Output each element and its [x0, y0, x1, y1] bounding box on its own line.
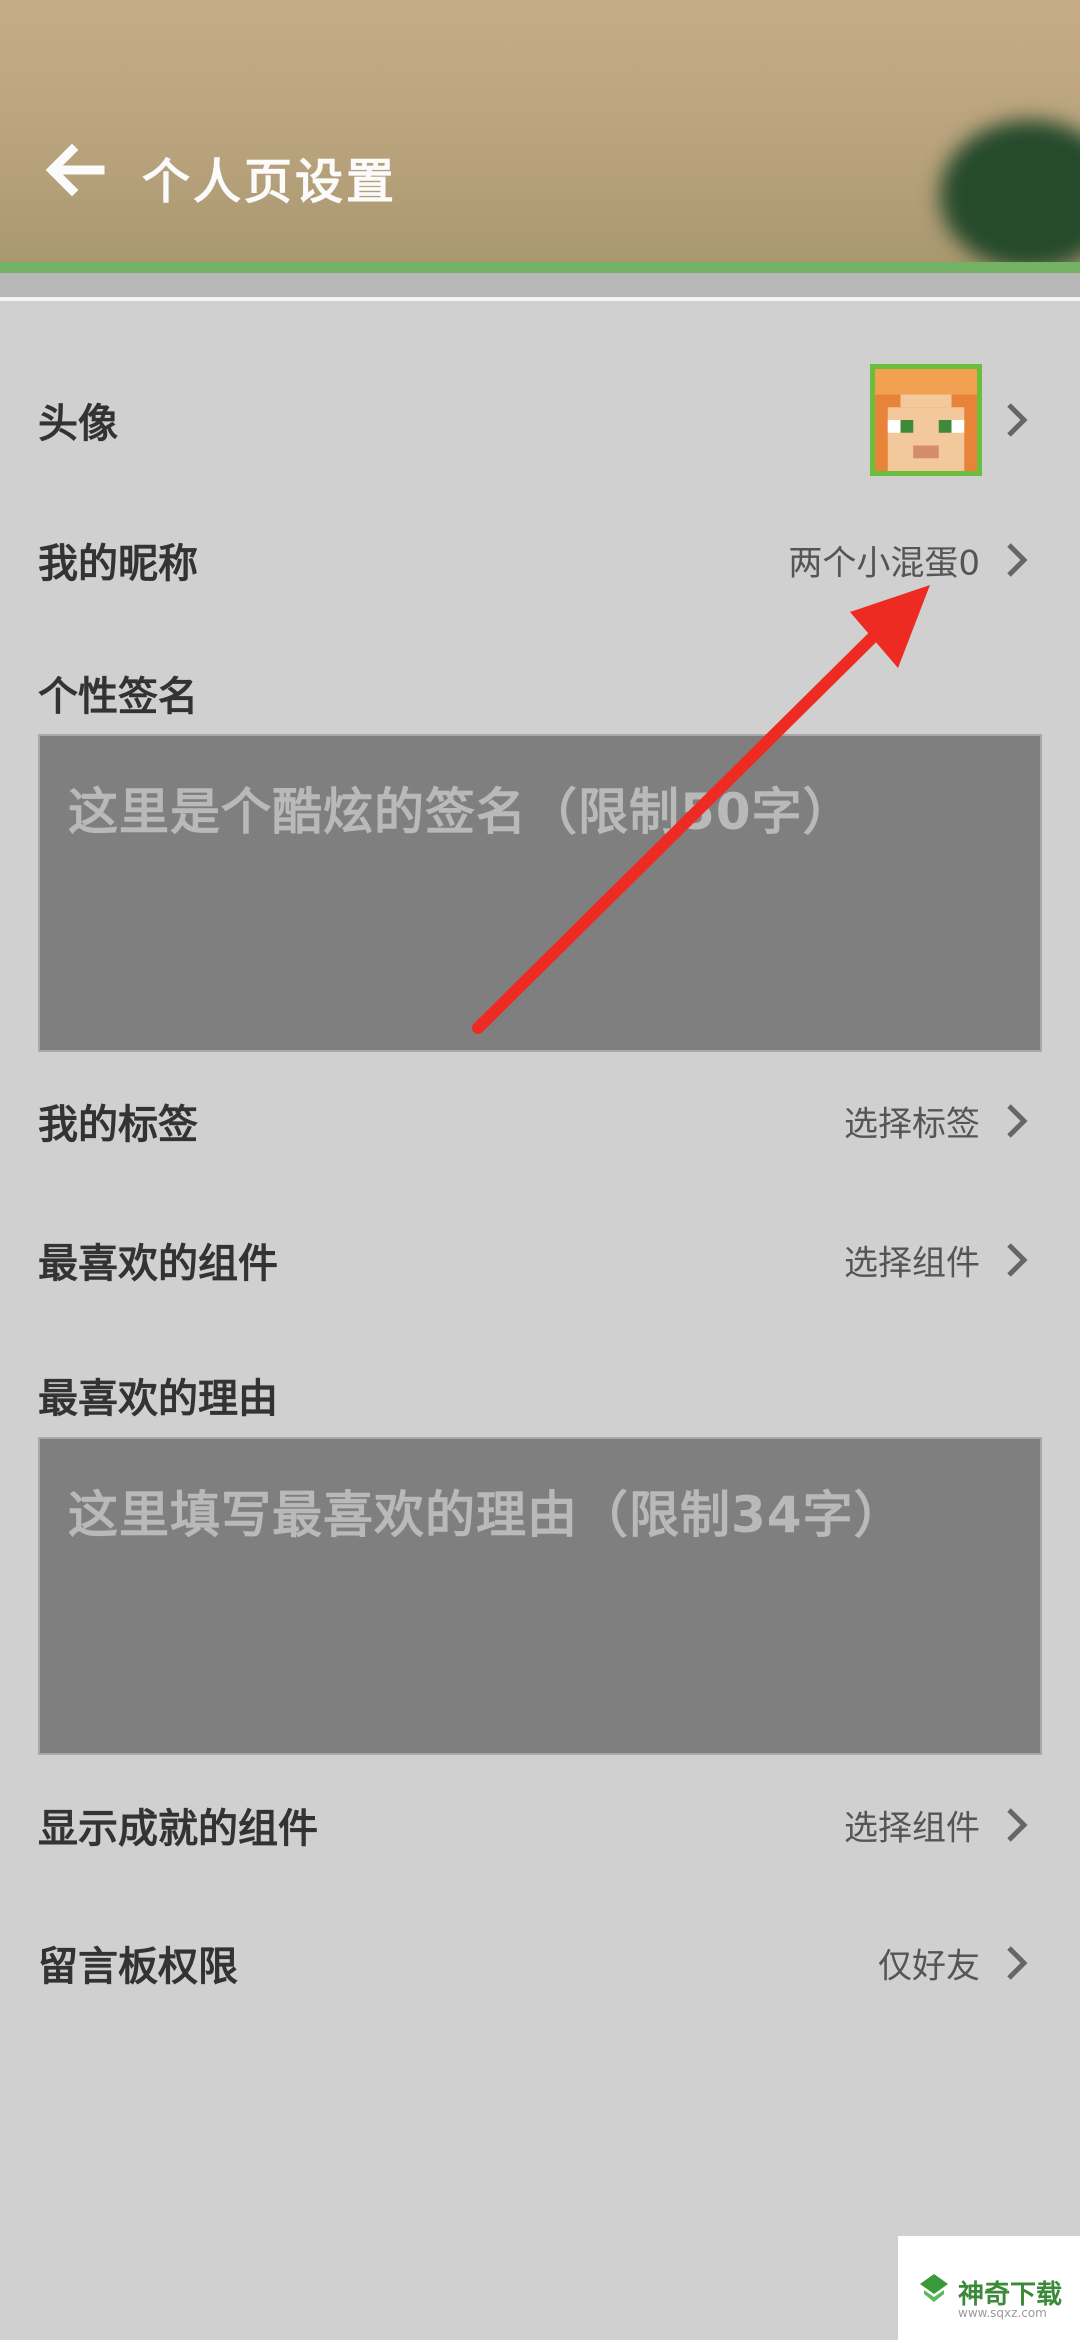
tags-label: 我的标签 [38, 1102, 198, 1148]
pixel-avatar-icon [875, 369, 977, 471]
chevron-right-icon [1007, 1808, 1028, 1842]
signature-input[interactable]: 这里是个酷炫的签名（限制50字） [38, 734, 1042, 1052]
watermark-url: www.sqxz.com [958, 2306, 1047, 2320]
message-board-row[interactable]: 留言板权限 仅好友 [0, 1908, 1080, 2018]
back-arrow-icon[interactable] [40, 140, 110, 200]
background-blur [940, 120, 1080, 262]
logo-icon [920, 2274, 948, 2302]
page-title: 个人页设置 [142, 154, 398, 210]
chevron-right-icon [1007, 1946, 1028, 1980]
favorite-reason-label: 最喜欢的理由 [38, 1376, 278, 1422]
achievement-component-row[interactable]: 显示成就的组件 选择组件 [0, 1770, 1080, 1880]
nickname-value: 两个小混蛋0 [788, 543, 980, 584]
message-board-label: 留言板权限 [38, 1944, 238, 1990]
chevron-right-icon [1007, 543, 1028, 577]
avatar-label: 头像 [38, 401, 118, 447]
avatar[interactable] [870, 364, 982, 476]
chevron-right-icon [1007, 1104, 1028, 1138]
achievement-component-value: 选择组件 [844, 1808, 980, 1849]
signature-label: 个性签名 [38, 674, 198, 720]
header-shadow [0, 273, 1080, 297]
favorite-component-value: 选择组件 [844, 1243, 980, 1284]
message-board-value: 仅好友 [878, 1946, 980, 1987]
favorite-reason-placeholder: 这里填写最喜欢的理由（限制34字） [68, 1486, 905, 1544]
nickname-row[interactable]: 我的昵称 两个小混蛋0 [0, 505, 1080, 615]
favorite-component-row[interactable]: 最喜欢的组件 选择组件 [0, 1205, 1080, 1315]
header-accent-bar [0, 262, 1080, 273]
chevron-right-icon [1007, 403, 1028, 437]
tags-row[interactable]: 我的标签 选择标签 [0, 1066, 1080, 1176]
avatar-row[interactable]: 头像 [0, 364, 1080, 476]
tags-value: 选择标签 [844, 1104, 980, 1145]
watermark: 神奇下载 www.sqxz.com [898, 2236, 1080, 2340]
chevron-right-icon [1007, 1243, 1028, 1277]
nickname-label: 我的昵称 [38, 541, 198, 587]
signature-placeholder: 这里是个酷炫的签名（限制50字） [68, 783, 854, 841]
top-bar: 个人页设置 [0, 0, 1080, 262]
favorite-component-label: 最喜欢的组件 [38, 1241, 278, 1287]
achievement-component-label: 显示成就的组件 [38, 1806, 318, 1852]
favorite-reason-input[interactable]: 这里填写最喜欢的理由（限制34字） [38, 1437, 1042, 1755]
